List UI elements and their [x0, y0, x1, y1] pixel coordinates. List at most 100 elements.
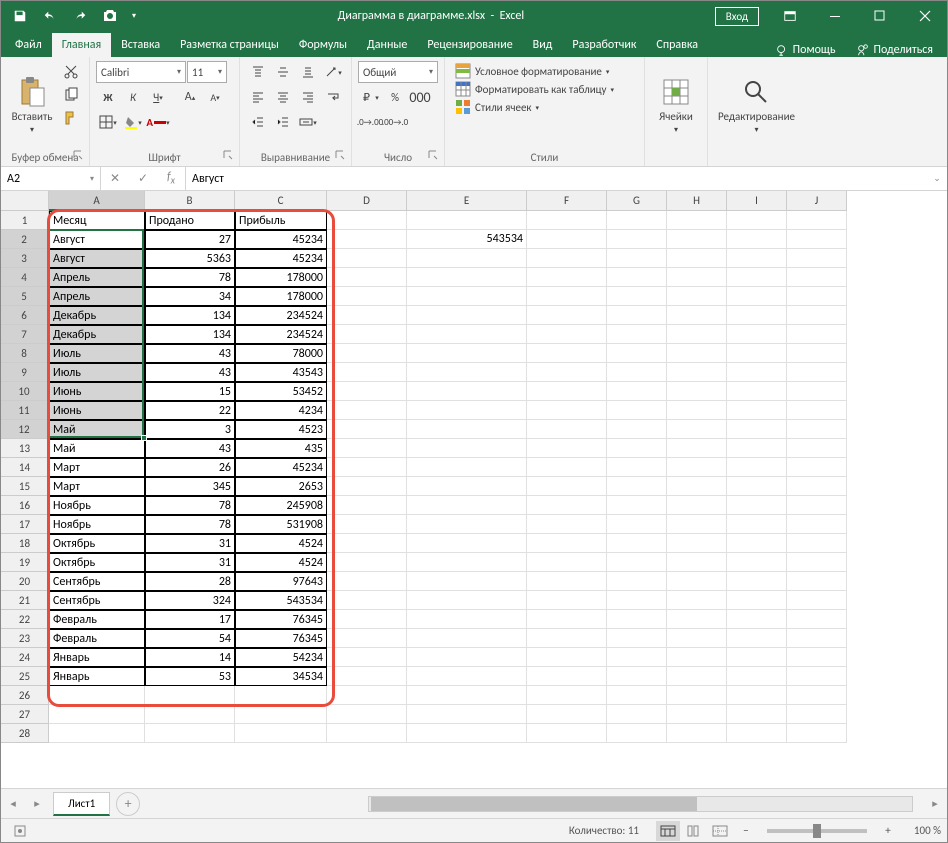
cell[interactable] [607, 306, 667, 325]
cell[interactable]: Апрель [49, 268, 145, 287]
cell[interactable] [667, 325, 727, 344]
cell[interactable]: 76345 [235, 629, 327, 648]
cell[interactable] [667, 268, 727, 287]
cell[interactable] [727, 629, 787, 648]
column-header[interactable]: J [787, 191, 847, 211]
row-header[interactable]: 3 [1, 249, 49, 268]
column-header[interactable]: H [667, 191, 727, 211]
cell[interactable] [527, 230, 607, 249]
cell[interactable]: 31 [145, 553, 235, 572]
cell[interactable]: 43543 [235, 363, 327, 382]
cancel-formula-button[interactable]: ✕ [101, 171, 129, 186]
cell[interactable] [527, 610, 607, 629]
cell[interactable] [407, 515, 527, 534]
cell[interactable]: 45234 [235, 458, 327, 477]
cell[interactable] [727, 553, 787, 572]
cell[interactable] [667, 705, 727, 724]
cell[interactable] [727, 667, 787, 686]
cell[interactable] [407, 306, 527, 325]
merge-button[interactable]: ▾ [296, 111, 320, 133]
cell[interactable] [527, 268, 607, 287]
cell[interactable] [727, 515, 787, 534]
cell[interactable]: 543534 [407, 230, 527, 249]
format-as-table-button[interactable]: Форматировать как таблицу ▾ [455, 81, 614, 97]
add-sheet-button[interactable]: + [116, 792, 140, 816]
decrease-font-button[interactable]: A▾ [203, 86, 227, 108]
cell[interactable] [327, 572, 407, 591]
cell[interactable] [727, 249, 787, 268]
cell[interactable] [667, 686, 727, 705]
cell[interactable] [527, 515, 607, 534]
cell[interactable] [527, 401, 607, 420]
cell[interactable]: Октябрь [49, 534, 145, 553]
comma-format-button[interactable]: 000 [408, 86, 432, 108]
row-header[interactable]: 27 [1, 705, 49, 724]
cell[interactable]: Февраль [49, 610, 145, 629]
cell[interactable] [607, 686, 667, 705]
cell[interactable]: Июнь [49, 382, 145, 401]
cell[interactable] [667, 287, 727, 306]
cell[interactable] [407, 648, 527, 667]
cell[interactable] [327, 496, 407, 515]
cell[interactable] [787, 420, 847, 439]
cell[interactable] [727, 477, 787, 496]
cell[interactable]: 31 [145, 534, 235, 553]
cell[interactable] [787, 705, 847, 724]
row-header[interactable]: 5 [1, 287, 49, 306]
cell[interactable] [235, 724, 327, 743]
cell[interactable] [787, 610, 847, 629]
cell[interactable] [607, 230, 667, 249]
cell[interactable] [327, 325, 407, 344]
cell[interactable] [407, 401, 527, 420]
clipboard-dialog-launcher[interactable] [73, 150, 85, 162]
wrap-text-button[interactable] [321, 86, 345, 108]
cell[interactable] [727, 705, 787, 724]
cell[interactable] [327, 420, 407, 439]
cell[interactable]: 22 [145, 401, 235, 420]
row-header[interactable]: 8 [1, 344, 49, 363]
cell[interactable] [607, 363, 667, 382]
cell[interactable]: 43 [145, 439, 235, 458]
cell-styles-button[interactable]: Стили ячеек ▾ [455, 99, 614, 115]
cell[interactable] [145, 724, 235, 743]
tab-home[interactable]: Главная [52, 33, 111, 57]
cell[interactable]: 45234 [235, 249, 327, 268]
cell[interactable] [527, 667, 607, 686]
view-page-break-button[interactable] [708, 821, 732, 841]
cell[interactable] [327, 401, 407, 420]
cell[interactable] [407, 287, 527, 306]
row-header[interactable]: 12 [1, 420, 49, 439]
cell[interactable] [727, 306, 787, 325]
cell[interactable]: 4524 [235, 553, 327, 572]
cell[interactable] [527, 553, 607, 572]
cell[interactable] [787, 629, 847, 648]
cell[interactable]: 4234 [235, 401, 327, 420]
cell[interactable]: 5363 [145, 249, 235, 268]
cell[interactable]: Ноябрь [49, 496, 145, 515]
cell[interactable] [407, 382, 527, 401]
cell[interactable] [607, 287, 667, 306]
cell[interactable] [327, 667, 407, 686]
cell[interactable] [727, 325, 787, 344]
align-right-button[interactable] [296, 86, 320, 108]
align-middle-button[interactable] [271, 61, 295, 83]
cell[interactable] [667, 439, 727, 458]
column-header[interactable]: C [235, 191, 327, 211]
cell[interactable] [727, 439, 787, 458]
orientation-button[interactable]: ▾ [321, 61, 345, 83]
cell[interactable] [527, 249, 607, 268]
cell[interactable]: 76345 [235, 610, 327, 629]
cell[interactable] [727, 534, 787, 553]
zoom-in-button[interactable]: + [876, 821, 900, 841]
cell[interactable] [235, 705, 327, 724]
cell[interactable] [667, 477, 727, 496]
cell[interactable] [527, 458, 607, 477]
cell[interactable] [667, 572, 727, 591]
cell[interactable] [607, 534, 667, 553]
cell[interactable] [407, 420, 527, 439]
cell[interactable]: 17 [145, 610, 235, 629]
cell[interactable] [527, 420, 607, 439]
cell[interactable] [407, 667, 527, 686]
row-header[interactable]: 19 [1, 553, 49, 572]
cell[interactable] [667, 306, 727, 325]
